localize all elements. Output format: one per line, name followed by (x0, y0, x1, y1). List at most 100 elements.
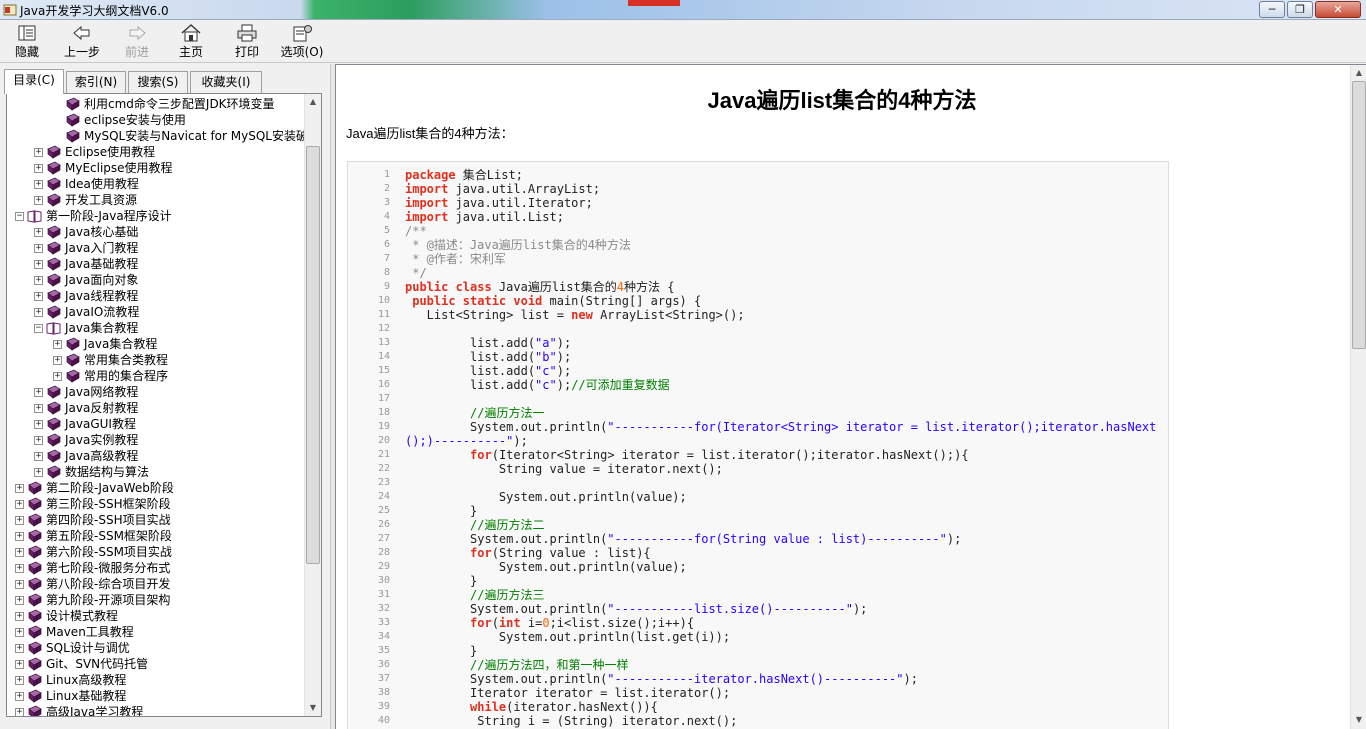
book-icon (28, 545, 42, 559)
tab-favorites[interactable]: 收藏夹(I) (190, 71, 262, 93)
expand-icon[interactable]: + (34, 468, 43, 477)
home-button[interactable]: 主页 (166, 23, 216, 61)
tree-node-label: Java高级教程 (65, 449, 139, 463)
minimize-button[interactable]: ─ (1259, 1, 1285, 18)
code-token: java.util.Iterator; (448, 196, 593, 210)
code-line: //遍历方法一 (405, 406, 1156, 420)
expand-icon[interactable]: + (53, 372, 62, 381)
options-button[interactable]: 选项(O) (276, 23, 328, 61)
line-number: 39 (377, 701, 390, 712)
expand-icon[interactable]: + (15, 564, 24, 573)
expand-icon[interactable]: + (34, 244, 43, 253)
expand-icon[interactable]: + (34, 196, 43, 205)
expand-icon[interactable]: + (34, 404, 43, 413)
expand-icon[interactable]: + (53, 356, 62, 365)
scroll-down-arrow-icon[interactable]: ▼ (305, 700, 321, 716)
collapse-icon[interactable]: − (15, 212, 24, 221)
code-token: ();)----------" (405, 434, 514, 448)
expand-icon[interactable]: + (15, 580, 24, 589)
forward-arrow-icon (129, 25, 146, 41)
expand-icon[interactable]: + (34, 388, 43, 397)
tab-contents[interactable]: 目录(C) (4, 69, 64, 94)
book-icon (28, 641, 42, 655)
code-line: * @作者：宋利军 (405, 252, 1156, 266)
book-icon (28, 529, 42, 543)
tree-node-label: 第六阶段-SSM项目实战 (46, 545, 172, 559)
doc-scroll-down-arrow-icon[interactable]: ▼ (1351, 712, 1366, 728)
expand-icon[interactable]: + (15, 644, 24, 653)
tree-node-label: 第五阶段-SSM框架阶段 (46, 529, 172, 543)
tree-scrollbar[interactable]: ▲ ▼ (304, 94, 321, 716)
doc-scroll-up-arrow-icon[interactable]: ▲ (1351, 65, 1366, 81)
expand-icon[interactable]: + (15, 548, 24, 557)
tree-node-label: 第九阶段-开源项目架构 (46, 593, 171, 607)
expand-icon[interactable]: + (15, 516, 24, 525)
expand-icon[interactable]: + (15, 612, 24, 621)
line-number: 3 (383, 197, 390, 208)
code-token: (iterator.hasNext()){ (506, 700, 658, 714)
tab-index[interactable]: 索引(N) (66, 71, 126, 93)
hide-button[interactable]: 隐藏 (2, 23, 52, 61)
maximize-button[interactable]: ❐ (1287, 1, 1313, 18)
expand-icon[interactable]: + (34, 164, 43, 173)
code-token: System.out.println(value); (405, 490, 687, 504)
line-number: 17 (377, 393, 390, 404)
expand-icon[interactable]: + (34, 308, 43, 317)
book-icon (66, 97, 80, 111)
code-token: //可添加重复数据 (571, 378, 670, 392)
book-icon (47, 289, 61, 303)
back-button[interactable]: 上一步 (56, 23, 108, 61)
app-icon (3, 4, 17, 16)
expand-icon[interactable]: + (34, 292, 43, 301)
line-number: 19 (377, 421, 390, 432)
expand-icon[interactable]: + (34, 260, 43, 269)
contents-tree[interactable]: 利用cmd命令三步配置JDK环境变量 eclipse安装与使用 MySQL安装与Na… (6, 93, 322, 717)
expand-icon[interactable]: + (53, 340, 62, 349)
line-number: 4 (383, 211, 390, 222)
tree-scroll-thumb[interactable] (306, 146, 320, 564)
collapse-icon[interactable]: − (34, 324, 43, 333)
scroll-up-arrow-icon[interactable]: ▲ (305, 94, 321, 110)
expand-icon[interactable]: + (15, 596, 24, 605)
code-line: import java.util.ArrayList; (405, 182, 1156, 196)
expand-icon[interactable]: + (15, 692, 24, 701)
code-line: //遍历方法四，和第一种一样 (405, 658, 1156, 672)
expand-icon[interactable]: + (15, 484, 24, 493)
expand-icon[interactable]: + (15, 708, 24, 716)
tree-node-label: MySQL安装与Navicat for MySQL安装破解 (84, 129, 320, 143)
print-button[interactable]: 打印 (222, 23, 272, 61)
expand-icon[interactable]: + (15, 660, 24, 669)
expand-icon[interactable]: + (34, 228, 43, 237)
expand-icon[interactable]: + (34, 148, 43, 157)
expand-icon[interactable]: + (34, 452, 43, 461)
document-pane: Java遍历list集合的4种方法 Java遍历list集合的4种方法： 123… (335, 64, 1366, 729)
line-number: 10 (377, 295, 390, 306)
document-scrollbar[interactable]: ▲ ▼ (1350, 65, 1366, 729)
expand-icon[interactable]: + (15, 500, 24, 509)
tree-node-label: Java集合教程 (84, 337, 158, 351)
line-number: 1 (383, 169, 390, 180)
code-token: /** (405, 224, 427, 238)
expand-icon[interactable]: + (34, 180, 43, 189)
expand-icon[interactable]: + (34, 420, 43, 429)
code-token: java.util.List; (448, 210, 564, 224)
tree-node-label: Eclipse使用教程 (65, 145, 156, 159)
home-icon (181, 24, 201, 42)
expand-icon[interactable]: + (15, 676, 24, 685)
expand-icon[interactable]: + (34, 276, 43, 285)
close-button[interactable]: ✕ (1315, 1, 1361, 18)
back-button-label: 上一步 (63, 45, 100, 59)
title-bar[interactable]: Java开发学习大纲文档V6.0 ─ ❐ ✕ (0, 0, 1366, 20)
tree-node-label: SQL设计与调优 (46, 641, 130, 655)
code-token: main(String[] args) { (542, 294, 702, 308)
book-icon (28, 513, 42, 527)
code-token: list.add( (405, 350, 536, 364)
code-token: 种方法 { (623, 280, 675, 294)
document-scroll-thumb[interactable] (1352, 81, 1366, 349)
expand-icon[interactable]: + (34, 436, 43, 445)
expand-icon[interactable]: + (15, 532, 24, 541)
tab-search[interactable]: 搜索(S) (128, 71, 188, 93)
intro-text: Java遍历list集合的4种方法： (346, 126, 514, 141)
forward-button[interactable]: 前进 (112, 23, 162, 61)
expand-icon[interactable]: + (15, 628, 24, 637)
